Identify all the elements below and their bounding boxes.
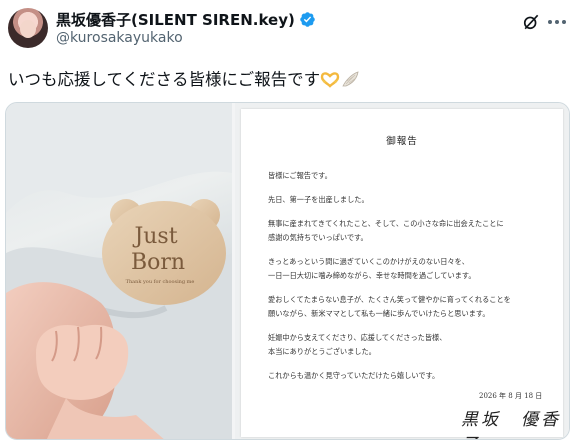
tweet-header: 黒坂優香子(SILENT SIREN.key) @kurosakayukako [0,0,572,58]
document-line: 愛おしくてたまらない息子が、たくさん笑って健やかに育ってくれることを [268,295,511,304]
document-line: 妊娠中から支えてくださり、応援してくださった皆様、 [268,333,447,342]
document-line: 先日、第一子を出産しました。 [268,195,369,204]
heart-hands-emoji [320,72,340,88]
author-display-name[interactable]: 黒坂優香子(SILENT SIREN.key) [56,9,295,30]
handwritten-signature: 黒坂 優香子 [461,410,561,439]
author-handle[interactable]: @kurosakayukako [56,30,183,46]
wing-emoji [342,71,359,87]
media-grid: Just Born Thank you for choosing me 御報告 … [5,102,570,440]
plaque-text-just: Just [132,224,177,249]
more-options-icon[interactable] [548,20,566,26]
document-line: 願いながら、新米ママとして私も一緒に歩んでいけたらと思います。 [268,309,490,318]
document-title: 御報告 [386,136,418,147]
document-line: 無事に産まれてきてくれたこと、そして、この小さな命に出会えたことに [268,219,504,228]
announcement-document: 御報告 皆様にご報告です。 先日、第一子を出産しました。 無事に産まれてきてくれ… [241,109,563,439]
document-line: 一日一日大切に噛み締めながら、幸せな時間を過ごしています。 [268,271,476,280]
document-line: これからも温かく見守っていただけたら嬉しいです。 [268,371,440,380]
document-line: 本当にありがとうございました。 [268,347,376,356]
tweet-text: いつも応援してくださる皆様にご報告です [8,66,360,90]
wooden-plaque: Just Born Thank you for choosing me [102,199,226,305]
announcement-image[interactable]: 御報告 皆様にご報告です。 先日、第一子を出産しました。 無事に産まれてきてくれ… [235,103,569,439]
baby-photo[interactable]: Just Born Thank you for choosing me [6,103,232,439]
document-line: 皆様にご報告です。 [268,171,332,180]
document-line: きっとあっという間に過ぎていくこのかけがえのない日々を、 [268,257,469,266]
baby-photo-illustration: Just Born Thank you for choosing me [6,103,232,439]
tweet-body: いつも応援してくださる皆様にご報告です [8,70,321,89]
grok-icon[interactable] [521,12,541,32]
document-date: 2026 年 8 月 18 日 [479,392,543,400]
plaque-text-born: Born [131,250,185,275]
avatar[interactable] [8,8,48,48]
plaque-small-text: Thank you for choosing me [126,279,195,285]
author-name-row: 黒坂優香子(SILENT SIREN.key) [56,9,316,30]
verified-badge-icon [300,12,315,27]
document-line: 感謝の気持ちでいっぱいです。 [268,233,368,242]
